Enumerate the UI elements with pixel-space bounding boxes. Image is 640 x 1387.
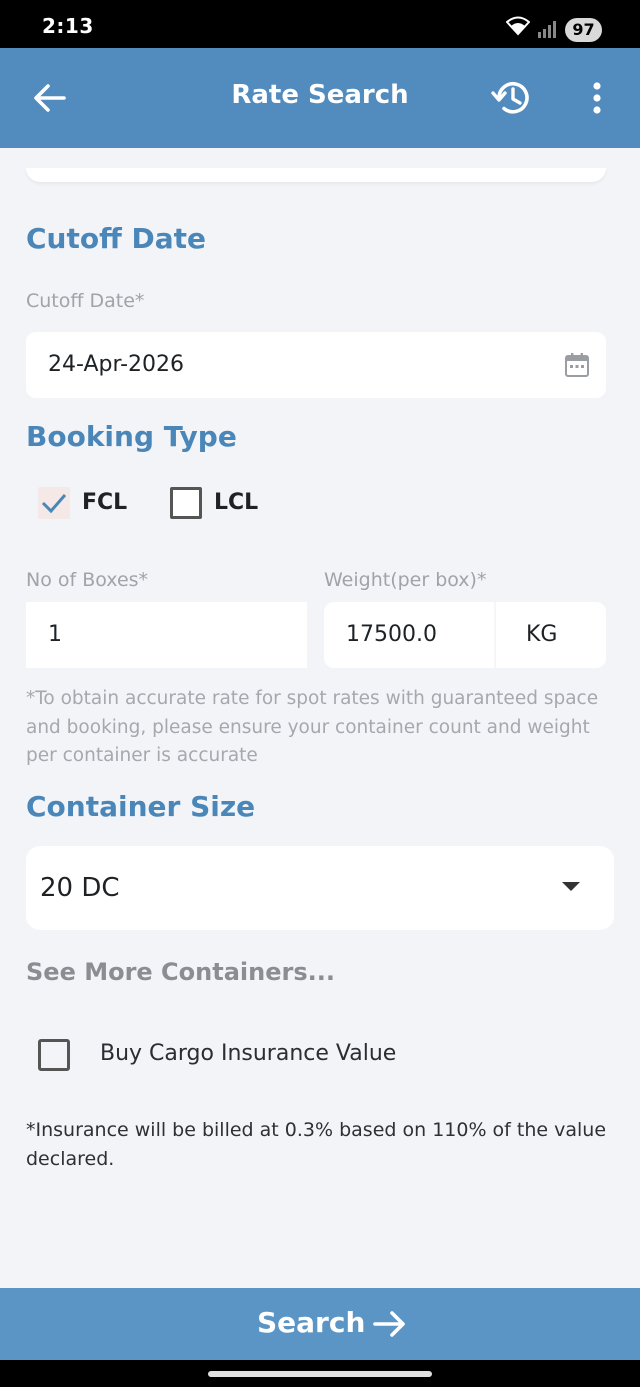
status-bar: 2:13 97 bbox=[0, 0, 640, 48]
battery-icon: 97 bbox=[565, 18, 602, 42]
app-bar: Rate Search bbox=[0, 48, 640, 148]
cutoff-date-field[interactable]: 24-Apr-2026 bbox=[26, 332, 606, 398]
weight-input[interactable]: 17500.0 KG bbox=[324, 602, 606, 668]
insurance-note: *Insurance will be billed at 0.3% based … bbox=[26, 1119, 607, 1170]
history-icon[interactable] bbox=[490, 78, 532, 118]
booking-type-title: Booking Type bbox=[26, 420, 237, 453]
wifi-icon bbox=[506, 16, 530, 36]
weight-unit: KG bbox=[526, 622, 558, 647]
container-size-dropdown[interactable]: 20 DC bbox=[26, 846, 614, 930]
lcl-label: LCL bbox=[214, 490, 259, 515]
checkmark-icon bbox=[41, 494, 67, 514]
weight-label: Weight(per box)* bbox=[324, 569, 487, 591]
cutoff-date-value: 24-Apr-2026 bbox=[48, 352, 185, 377]
status-time: 2:13 bbox=[42, 14, 94, 38]
boxes-label: No of Boxes* bbox=[26, 569, 149, 591]
form-content[interactable]: Cutoff Date Cutoff Date* 24-Apr-2026 Boo… bbox=[0, 148, 640, 1288]
weight-value: 17500.0 bbox=[346, 622, 437, 647]
insurance-label: Buy Cargo Insurance Value bbox=[100, 1041, 397, 1066]
previous-card bbox=[26, 168, 606, 182]
unit-divider bbox=[494, 602, 496, 668]
home-gesture-pill[interactable] bbox=[208, 1371, 432, 1377]
cutoff-section-title: Cutoff Date bbox=[26, 222, 207, 255]
search-button[interactable]: Search bbox=[0, 1288, 640, 1360]
fcl-checkbox[interactable] bbox=[38, 487, 70, 519]
more-vertical-icon[interactable] bbox=[588, 82, 606, 114]
fcl-label: FCL bbox=[82, 490, 128, 515]
container-size-value: 20 DC bbox=[40, 873, 120, 903]
page-title: Rate Search bbox=[231, 80, 409, 110]
arrow-right-icon bbox=[373, 1311, 405, 1337]
boxes-value: 1 bbox=[48, 622, 62, 647]
see-more-containers-link[interactable]: See More Containers... bbox=[26, 958, 335, 986]
container-size-title: Container Size bbox=[26, 790, 256, 823]
system-nav-bar bbox=[0, 1360, 640, 1387]
cutoff-date-label: Cutoff Date* bbox=[26, 290, 145, 312]
accuracy-note: *To obtain accurate rate for spot rates … bbox=[26, 688, 599, 766]
boxes-input[interactable]: 1 bbox=[26, 602, 307, 668]
search-button-label: Search bbox=[257, 1306, 366, 1339]
lcl-checkbox[interactable] bbox=[170, 487, 202, 519]
dropdown-caret-icon bbox=[562, 882, 580, 891]
calendar-icon[interactable] bbox=[564, 352, 590, 378]
signal-icon bbox=[538, 21, 556, 38]
insurance-checkbox[interactable] bbox=[38, 1039, 70, 1071]
